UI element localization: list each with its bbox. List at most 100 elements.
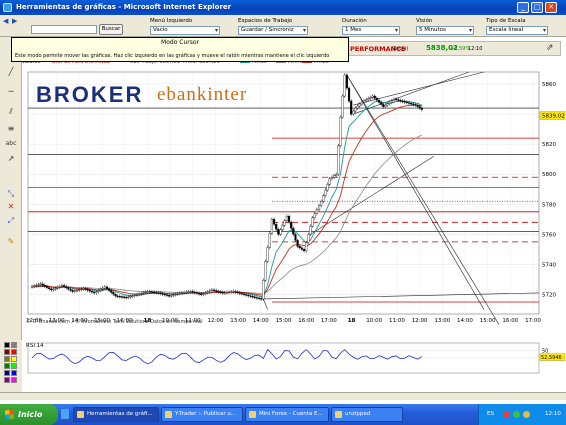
close-button[interactable]: ✕: [545, 2, 557, 13]
search-button[interactable]: Buscar: [99, 24, 123, 35]
palette-green[interactable]: [4, 363, 10, 369]
popout-icon[interactable]: ⇗: [546, 43, 554, 53]
candle-body: [418, 106, 421, 109]
palette-red[interactable]: [11, 349, 17, 355]
rsi-panel[interactable]: RSI 14 502552,5946: [22, 339, 566, 376]
network-icon[interactable]: [513, 411, 520, 418]
candle-body: [339, 116, 342, 146]
pencil-tool-icon[interactable]: ✎: [4, 235, 18, 248]
candle-body: [320, 201, 323, 206]
candle-body: [230, 291, 233, 293]
candle-body: [290, 222, 293, 229]
candle-body: [48, 287, 51, 289]
task-miniforex[interactable]: Mini Forex - Cuenta E...: [245, 407, 329, 422]
palette-maroon[interactable]: [4, 349, 10, 355]
candle-body: [168, 295, 171, 297]
candle-body: [296, 240, 299, 247]
text-tool-icon[interactable]: abc: [4, 137, 18, 150]
palette-purple[interactable]: [4, 377, 10, 383]
candle-body: [112, 292, 115, 295]
scale-select[interactable]: Escala lineal: [486, 26, 548, 35]
candle-body: [95, 291, 98, 294]
candle-body: [388, 101, 391, 104]
view-select[interactable]: 5 Minutos: [416, 26, 474, 35]
candle-body: [324, 189, 327, 196]
horizontal-line-tool-icon[interactable]: ─: [4, 85, 18, 98]
palette-blue[interactable]: [11, 370, 17, 376]
tray-app-icon[interactable]: [503, 411, 510, 418]
candle-body: [272, 219, 276, 225]
zoom-tool-icon[interactable]: ⤢: [4, 214, 18, 227]
candle-body: [195, 292, 199, 294]
back-icon[interactable]: ◀: [3, 17, 8, 25]
candle-body: [367, 98, 370, 100]
candle-body: [249, 295, 252, 297]
language-indicator[interactable]: ES: [487, 404, 494, 425]
candle-body: [395, 98, 398, 101]
palette-navy[interactable]: [4, 370, 10, 376]
task-unzipped[interactable]: unzipped: [331, 407, 403, 422]
maximize-button[interactable]: □: [531, 2, 543, 13]
candle-body: [420, 107, 423, 110]
candle-body: [223, 292, 226, 294]
candle-body: [285, 216, 288, 221]
select-tool-icon[interactable]: ⤡: [4, 187, 18, 200]
candle-body: [221, 292, 224, 294]
task-herramientas[interactable]: Herramientas de gráfi...: [73, 407, 159, 422]
candle-body: [159, 292, 162, 294]
menu-select[interactable]: Vacío: [150, 26, 220, 35]
candle-body: [401, 100, 404, 102]
candle-body: [157, 292, 160, 294]
candle-body: [146, 291, 149, 293]
line-tool-icon[interactable]: ╱: [4, 65, 18, 78]
palette-black[interactable]: [4, 342, 10, 348]
candle-body: [236, 291, 239, 294]
palette-yellow[interactable]: [11, 356, 17, 362]
candle-body: [322, 195, 325, 202]
candle-body: [193, 291, 196, 294]
candle-body: [311, 217, 314, 227]
candle-body: [210, 289, 214, 292]
candle-body: [371, 95, 374, 98]
menu-label: Menú Izquierdo: [150, 18, 193, 24]
channel-tool-icon[interactable]: ⫽: [4, 105, 18, 118]
start-button[interactable]: Inicio: [0, 404, 58, 425]
candle-body: [30, 286, 34, 288]
candle-body: [281, 225, 284, 231]
candle-body: [161, 293, 164, 295]
candle-body: [341, 95, 344, 118]
candle-body: [238, 292, 241, 294]
quicklaunch-ie-icon[interactable]: [61, 409, 69, 419]
workspace-select[interactable]: Guardar / Sincroniz: [238, 26, 308, 35]
candle-body: [129, 296, 132, 298]
fibonacci-tool-icon[interactable]: ≡: [4, 122, 18, 135]
volume-icon[interactable]: [523, 411, 530, 418]
y-tick-label: 5820: [542, 142, 556, 148]
palette-gray[interactable]: [11, 342, 17, 348]
palette-olive[interactable]: [4, 356, 10, 362]
palette-magenta[interactable]: [11, 377, 17, 383]
palette-lime[interactable]: [11, 363, 17, 369]
minimize-button[interactable]: _: [517, 2, 529, 13]
forward-icon[interactable]: ▶: [12, 17, 17, 25]
duration-select[interactable]: 1 Mes: [342, 26, 400, 35]
candle-body: [384, 104, 387, 107]
search-input[interactable]: [31, 25, 97, 34]
delete-tool-icon[interactable]: ✕: [4, 200, 18, 213]
instrument-time: 12:10: [468, 46, 483, 52]
candle-body: [412, 103, 415, 105]
x-tick-label: 17:00: [321, 318, 337, 324]
candle-body: [365, 99, 368, 102]
task-ytrader[interactable]: Y-Trader :: Publicar u...: [161, 407, 243, 422]
candle-body: [200, 293, 203, 295]
arrow-tool-icon[interactable]: ↗: [4, 152, 18, 165]
candle-body: [43, 284, 46, 287]
price-chart[interactable]: 572057405760578058005820584058605839,02 …: [22, 66, 566, 336]
candle-body: [176, 293, 179, 295]
candle-body: [255, 297, 258, 299]
candle-body: [198, 293, 201, 295]
window-title: Herramientas de gráficas - Microsoft Int…: [16, 3, 232, 11]
candle-body: [180, 292, 184, 294]
candle-body: [35, 284, 38, 287]
candle-body: [262, 280, 265, 300]
